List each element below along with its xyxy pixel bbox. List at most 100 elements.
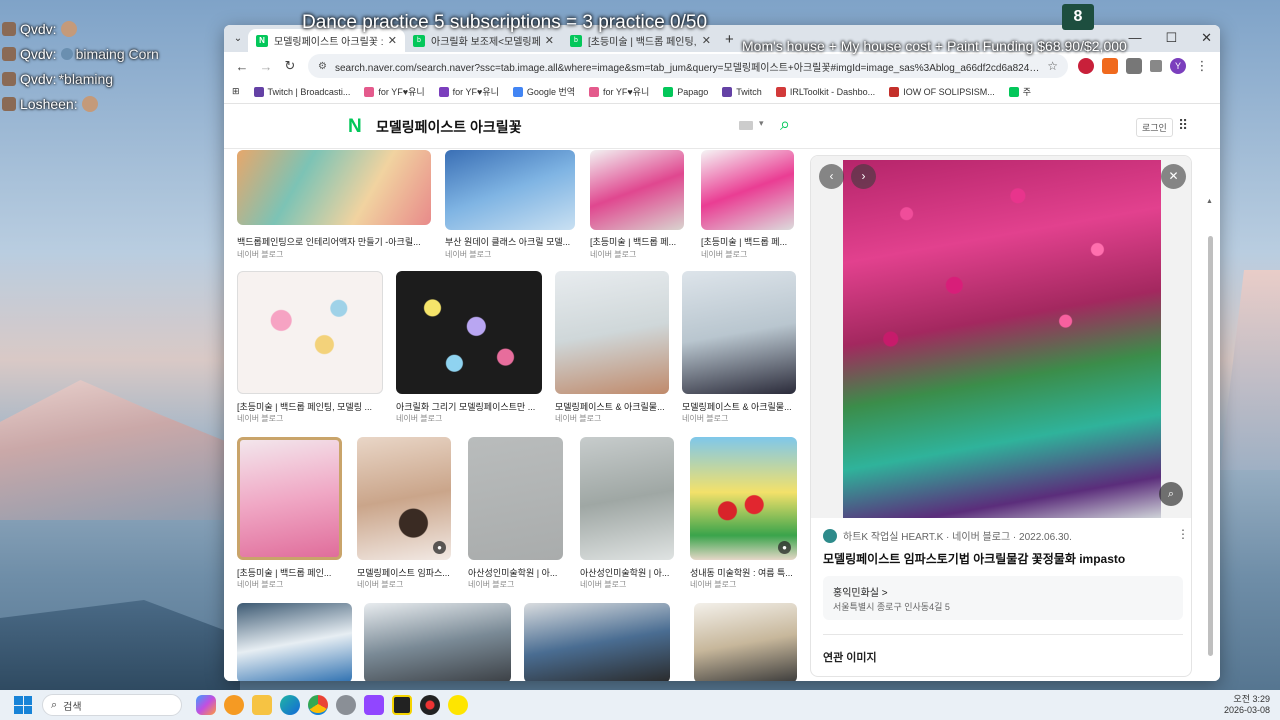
extension-icon[interactable] <box>1078 58 1094 74</box>
file-explorer-icon[interactable] <box>252 695 272 715</box>
close-icon[interactable]: ✕ <box>545 34 554 47</box>
scrollbar-thumb[interactable] <box>1208 236 1213 656</box>
result-image[interactable] <box>364 603 511 681</box>
tab-groups-icon[interactable] <box>1150 60 1162 72</box>
bookmark-item[interactable]: IRLToolkit - Dashbo... <box>775 86 875 97</box>
obs-icon[interactable] <box>392 695 412 715</box>
result-image[interactable] <box>694 603 797 681</box>
apps-grid-icon[interactable]: ⊞ <box>232 86 240 97</box>
result-image[interactable] <box>237 437 342 560</box>
forward-icon[interactable]: → <box>254 54 278 78</box>
kakaotalk-icon[interactable] <box>448 695 468 715</box>
place-address: 서울특별시 종로구 인사동4길 5 <box>833 602 950 612</box>
bookmark-star-icon[interactable]: ☆ <box>1041 59 1058 73</box>
extension-icon[interactable] <box>1102 58 1118 74</box>
result-image[interactable] <box>580 437 674 560</box>
result-image[interactable] <box>237 150 431 225</box>
back-icon[interactable]: ← <box>230 54 254 78</box>
result-caption[interactable]: 백드롭페인팅으로 인테리어액자 만들기 -아크릴... <box>237 235 433 248</box>
chevron-down-icon[interactable]: ▾ <box>759 118 764 129</box>
result-image[interactable] <box>590 150 684 230</box>
browser-toolbar: ← → ↻ ⚙ search.naver.com/search.naver?ss… <box>224 52 1220 80</box>
result-source: 네이버 블로그 <box>701 250 748 259</box>
taskbar-search[interactable]: ⌕ 검색 <box>42 694 182 716</box>
menu-kebab-icon[interactable]: ⋮ <box>1190 54 1214 78</box>
copilot-icon[interactable] <box>196 695 216 715</box>
result-caption[interactable]: 아산성인미술학원 | 아... <box>468 566 565 579</box>
naver-favicon-icon: N <box>256 34 268 47</box>
search-icon[interactable]: ⌕ <box>780 114 790 135</box>
detail-image[interactable] <box>843 160 1161 518</box>
prev-arrow-icon[interactable]: ‹ <box>819 164 844 189</box>
detail-image-frame: ‹ › ✕ ⌕ <box>811 156 1191 518</box>
bookmark-item[interactable]: Twitch | Broadcasti... <box>253 86 350 97</box>
result-caption[interactable]: 부산 원데이 클래스 아크릴 모델... <box>445 235 577 248</box>
result-caption[interactable]: [초등미술 | 백드롭 페... <box>590 235 686 248</box>
detail-source[interactable]: 하트K 작업실 HEART.K · 네이버 블로그 · 2022.06.30. <box>823 528 1072 543</box>
result-image[interactable] <box>237 271 383 394</box>
scroll-up-icon[interactable]: ▲ <box>1206 198 1213 205</box>
minimize-icon[interactable]: — <box>1128 30 1141 46</box>
more-options-icon[interactable]: ⋮ <box>1177 527 1189 541</box>
close-icon[interactable]: ✕ <box>1161 164 1186 189</box>
close-window-icon[interactable]: ✕ <box>1201 30 1212 46</box>
naver-logo[interactable]: N <box>348 117 365 136</box>
bookmark-item[interactable]: IOW OF SOLIPSISM... <box>889 86 995 97</box>
avatar <box>2 71 16 86</box>
settings-icon[interactable] <box>336 695 356 715</box>
result-caption[interactable]: [초등미술 | 백드롭 페인팅, 모델링 ... <box>237 400 383 413</box>
twitch-icon[interactable] <box>364 695 384 715</box>
result-image[interactable] <box>396 271 542 394</box>
bookmark-item[interactable]: 주 <box>1008 85 1031 98</box>
tab-search-icon[interactable]: ⌄ <box>228 28 248 48</box>
chrome-icon[interactable] <box>308 695 328 715</box>
detail-title[interactable]: 모델링페이스트 임파스토기법 아크릴물감 꽃정물화 impasto <box>823 550 1125 567</box>
result-image[interactable] <box>555 271 669 394</box>
close-icon[interactable]: ✕ <box>388 34 397 47</box>
system-clock[interactable]: 오전 3:29 2026-03-08 <box>1224 694 1270 716</box>
bookmark-item[interactable]: for YF♥유니 <box>438 85 499 98</box>
bookmark-item[interactable]: Google 번역 <box>512 85 575 98</box>
site-info-icon[interactable]: ⚙ <box>318 61 327 72</box>
page-scrollbar[interactable]: ▲ ▼ <box>1206 196 1216 681</box>
bookmark-item[interactable]: Papago <box>663 86 708 97</box>
services-grid-icon[interactable]: ⠿ <box>1178 117 1188 134</box>
next-arrow-icon[interactable]: › <box>851 164 876 189</box>
result-image[interactable] <box>682 271 796 394</box>
keyboard-icon[interactable] <box>739 121 753 130</box>
place-card[interactable]: 홍익민화실 > 서울특별시 종로구 인사동4길 5 <box>823 576 1183 620</box>
search-app-icon[interactable] <box>224 695 244 715</box>
result-caption[interactable]: 모델링페이스트 & 아크릴물... <box>682 400 796 413</box>
profile-avatar[interactable]: Y <box>1170 58 1186 74</box>
result-caption[interactable]: [초등미술 | 백드롭 페인... <box>237 566 344 579</box>
result-image[interactable] <box>524 603 670 681</box>
result-source: 네이버 블로그 <box>555 414 602 423</box>
address-bar[interactable]: ⚙ search.naver.com/search.naver?ssc=tab.… <box>308 54 1068 78</box>
result-caption[interactable]: 아크릴화 그리기 모델링페이스트만 ... <box>396 400 542 413</box>
chat-line: Qvdv: bimaing Corn <box>2 41 202 66</box>
search-query[interactable]: 모델링페이스트 아크릴꽃 <box>376 117 522 137</box>
edge-icon[interactable] <box>280 695 300 715</box>
login-button[interactable]: 로그인 <box>1136 118 1173 137</box>
bookmark-item[interactable]: for YF♥유니 <box>364 85 425 98</box>
bookmark-item[interactable]: for YF♥유니 <box>589 85 649 98</box>
result-caption[interactable]: 모델링페이스트 & 아크릴물... <box>555 400 669 413</box>
result-caption[interactable]: 성내동 미술학원 : 여름 특... <box>690 566 797 579</box>
lens-search-icon[interactable]: ⌕ <box>1159 482 1183 506</box>
result-caption[interactable]: 아산성인미술학원 | 아... <box>580 566 676 579</box>
reload-icon[interactable]: ↻ <box>278 54 302 78</box>
result-caption[interactable]: 모델링페이스트 임파스... <box>357 566 453 579</box>
result-image[interactable] <box>468 437 563 560</box>
close-icon[interactable]: ✕ <box>702 34 711 47</box>
result-image[interactable] <box>445 150 575 230</box>
result-caption[interactable]: [초등미술 | 백드롭 페... <box>701 235 796 248</box>
new-tab-button[interactable]: + <box>725 31 734 48</box>
naver-header: N 모델링페이스트 아크릴꽃 ▾ ⌕ 로그인 ⠿ <box>224 104 1220 149</box>
davinci-icon[interactable] <box>420 695 440 715</box>
start-icon[interactable] <box>14 696 32 714</box>
bookmark-item[interactable]: Twitch <box>722 86 762 97</box>
maximize-icon[interactable]: ☐ <box>1165 30 1177 46</box>
result-image[interactable] <box>701 150 794 230</box>
result-image[interactable] <box>237 603 352 681</box>
extensions-puzzle-icon[interactable] <box>1126 58 1142 74</box>
